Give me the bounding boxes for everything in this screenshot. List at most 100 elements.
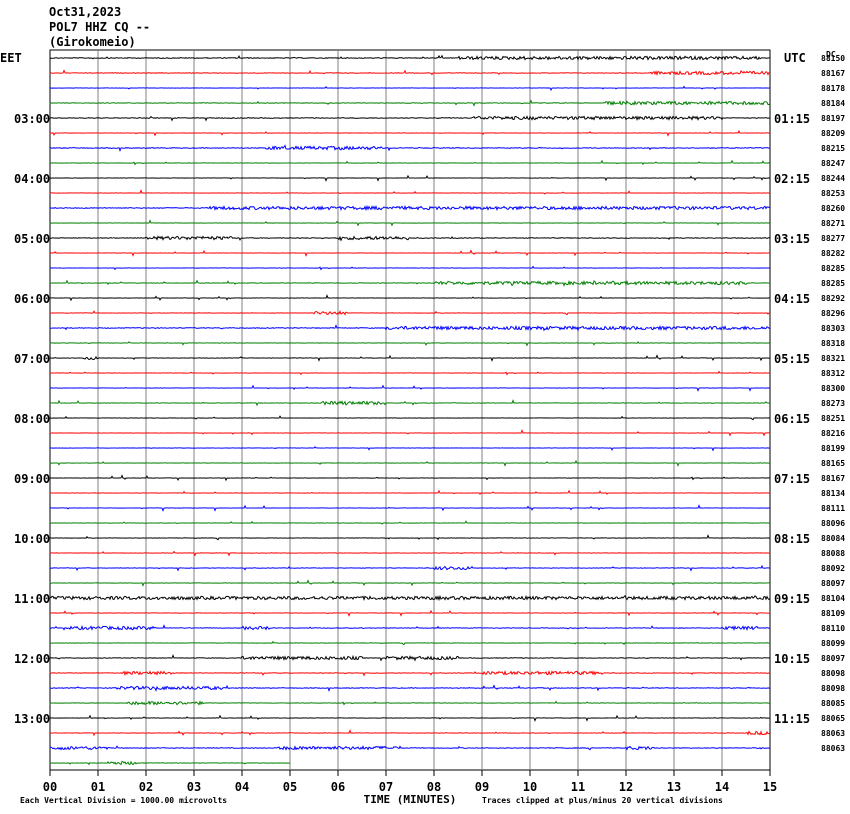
x-tick-label: 11	[571, 780, 585, 794]
dc-offset-label: 88251	[821, 414, 845, 423]
right-hour-label: 02:15	[774, 172, 810, 186]
right-hour-label: 01:15	[774, 112, 810, 126]
trace-line	[49, 324, 771, 332]
dc-offset-label: 88216	[821, 429, 845, 438]
dc-offset-label: 88277	[821, 234, 845, 243]
dc-offset-label: 88321	[821, 354, 845, 363]
trace-line	[49, 265, 771, 271]
right-hour-label: 11:15	[774, 712, 810, 726]
left-hour-label: 13:00	[14, 712, 50, 726]
trace-line	[49, 341, 771, 347]
dc-offset-label: 88165	[821, 459, 845, 468]
dc-offset-label: 88063	[821, 729, 845, 738]
trace-line	[49, 474, 771, 482]
dc-offset-label: 88088	[821, 549, 845, 558]
dc-offset-label: 88285	[821, 279, 845, 288]
dc-offset-label: 88303	[821, 324, 845, 333]
right-hour-label: 06:15	[774, 412, 810, 426]
right-hour-label: 03:15	[774, 232, 810, 246]
x-tick-label: 03	[187, 780, 201, 794]
dc-offset-label: 88109	[821, 609, 845, 618]
right-zone-label: UTC	[784, 51, 806, 65]
right-hour-label: 08:15	[774, 532, 810, 546]
trace-line	[49, 115, 771, 122]
dc-offset-label: 88215	[821, 144, 845, 153]
dc-offset-label: 88098	[821, 684, 845, 693]
dc-offset-label: 88167	[821, 474, 845, 483]
trace-line	[49, 520, 771, 525]
trace-line	[49, 294, 771, 302]
trace-line	[49, 159, 771, 166]
trace-line	[49, 684, 771, 692]
trace-line	[49, 99, 771, 107]
trace-line	[49, 219, 771, 227]
left-hour-label: 06:00	[14, 292, 50, 306]
trace-line	[49, 54, 771, 61]
x-tick-label: 00	[43, 780, 57, 794]
trace-line	[49, 550, 771, 557]
trace-line	[49, 624, 771, 632]
helicorder-plot: EET UTC DC03:0004:0005:0006:0007:0008:0009…	[0, 49, 845, 806]
x-tick-label: 07	[379, 780, 393, 794]
trace-line	[49, 354, 771, 362]
x-tick-label: 05	[283, 780, 297, 794]
left-hour-label: 10:00	[14, 532, 50, 546]
left-hour-label: 09:00	[14, 472, 50, 486]
x-tick-label: 10	[523, 780, 537, 794]
x-tick-label: 02	[139, 780, 153, 794]
trace-line	[49, 446, 771, 452]
left-zone-label: EET	[0, 51, 22, 65]
trace-line	[49, 310, 770, 316]
trace-line	[49, 594, 771, 602]
dc-offset-label: 88312	[821, 369, 845, 378]
dc-offset-label: 88260	[821, 204, 845, 213]
trace-line	[49, 415, 771, 421]
trace-line	[49, 235, 771, 242]
dc-offset-label: 88104	[821, 594, 845, 603]
trace-line	[49, 760, 291, 766]
dc-offset-label: 88085	[821, 699, 845, 708]
x-tick-label: 09	[475, 780, 489, 794]
dc-offset-label: 88300	[821, 384, 845, 393]
dc-offset-label: 88096	[821, 519, 845, 528]
dc-offset-label: 88247	[821, 159, 845, 168]
trace-line	[49, 504, 771, 512]
left-hour-label: 04:00	[14, 172, 50, 186]
trace-line	[49, 370, 771, 376]
trace-line	[49, 85, 771, 92]
trace-line	[49, 399, 771, 407]
dc-offset-label: 88273	[821, 399, 845, 408]
left-hour-label: 07:00	[14, 352, 50, 366]
dc-offset-label: 88167	[821, 69, 845, 78]
trace-line	[49, 429, 771, 437]
dc-offset-label: 88099	[821, 639, 845, 648]
dc-offset-label: 88282	[821, 249, 845, 258]
x-tick-label: 01	[91, 780, 105, 794]
trace-line	[49, 564, 771, 572]
clipping-note: Traces clipped at plus/minus 20 vertical…	[482, 795, 723, 805]
dc-offset-label: 88253	[821, 189, 845, 198]
right-hour-label: 09:15	[774, 592, 810, 606]
left-hour-label: 11:00	[14, 592, 50, 606]
dc-offset-label: 88092	[821, 564, 845, 573]
left-hour-label: 05:00	[14, 232, 50, 246]
plot-frame	[49, 49, 771, 771]
dc-offset-label: 88134	[821, 489, 845, 498]
dc-offset-label: 88098	[821, 669, 845, 678]
trace-line	[49, 204, 771, 212]
dc-offset-label: 88199	[821, 444, 845, 453]
dc-offset-label: 88244	[821, 174, 845, 183]
right-hour-label: 04:15	[774, 292, 810, 306]
x-tick-label: 08	[427, 780, 441, 794]
trace-line	[49, 384, 771, 392]
trace-line	[49, 579, 771, 587]
trace-line	[49, 279, 771, 287]
right-hour-label: 05:15	[774, 352, 810, 366]
trace-line	[49, 249, 771, 257]
dc-offset-label: 88178	[821, 84, 845, 93]
trace-line	[49, 174, 771, 182]
dc-offset-label: 88065	[821, 714, 845, 723]
x-axis-title: TIME (MINUTES)	[364, 793, 457, 806]
dc-offset-label: 88285	[821, 264, 845, 273]
dc-offset-label: 88271	[821, 219, 845, 228]
